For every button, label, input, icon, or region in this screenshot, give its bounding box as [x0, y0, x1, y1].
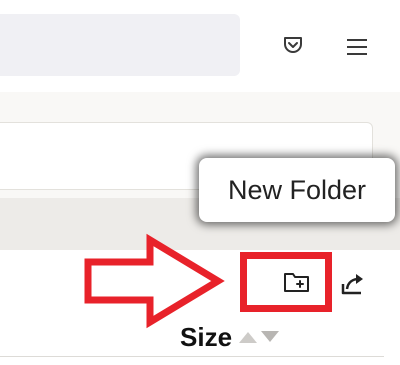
hamburger-menu-icon[interactable]	[344, 37, 370, 57]
browser-toolbar	[0, 0, 400, 92]
header-divider	[0, 356, 384, 357]
share-button[interactable]	[340, 270, 366, 296]
address-bar[interactable]	[0, 14, 240, 76]
size-column-header[interactable]: Size	[180, 320, 280, 354]
new-folder-icon	[284, 273, 309, 292]
pocket-icon[interactable]	[282, 35, 304, 57]
annotation-arrow	[84, 233, 225, 329]
share-icon	[341, 274, 363, 295]
sort-up-down-icon[interactable]	[238, 330, 280, 344]
new-folder-button[interactable]	[283, 270, 311, 294]
new-folder-tooltip: New Folder	[199, 158, 395, 222]
tooltip-text: New Folder	[227, 174, 367, 205]
size-column-label: Size	[180, 321, 233, 352]
